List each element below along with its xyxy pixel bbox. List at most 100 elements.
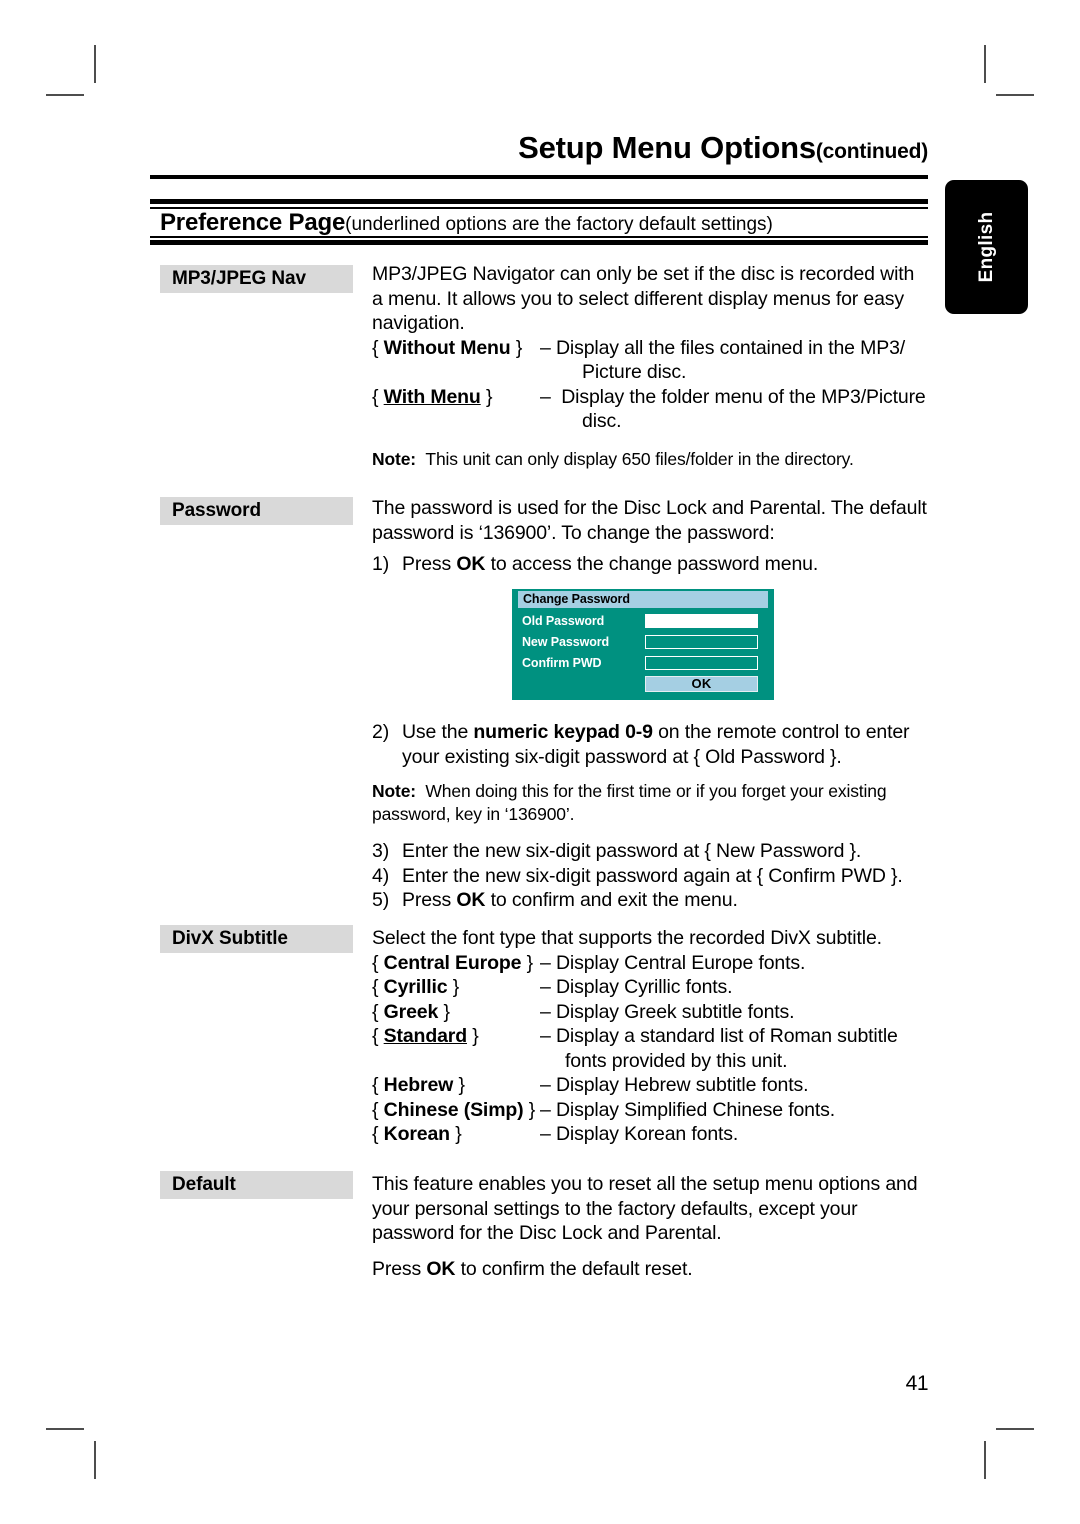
note-label: Note: [372,781,416,801]
section-label-divx-subtitle: DivX Subtitle [160,925,353,953]
brace-close: } [455,1123,462,1145]
option-dash: – [540,1074,551,1096]
option-description: Display Central Europe fonts. [551,951,928,976]
step-text: Enter the new six-digit password again a… [402,864,903,887]
brace-close: } [528,1098,536,1121]
section-rule-bottom-thick [150,240,928,245]
brace-close: } [515,336,523,359]
step-text-post: to confirm and exit the menu. [485,889,738,911]
old-password-label: Old Password [522,614,605,628]
section-heading: Preference Page(underlined options are t… [160,209,773,236]
option-description: Display Greek subtitle fonts. [551,1000,928,1025]
step-text: Use the numeric keypad 0-9 on the remote… [402,720,928,769]
password-step-3: 3) Enter the new six-digit password at {… [372,839,928,864]
option-description: Display all the files contained in the M… [551,336,928,361]
section-rule-bottom-thin [150,236,928,238]
option-description: Display Simplified Chinese fonts. [551,1098,928,1123]
section-heading-title: Preference Page [160,209,346,236]
option-desc-line1: Display Korean fonts. [555,1123,739,1145]
brace-open: { [372,1123,379,1145]
divx-option-cyrillic: { Cyrillic } – Display Cyrillic fonts. [372,975,928,1000]
default-intro: This feature enables you to reset all th… [372,1173,918,1244]
section-body-password-steps: 2) Use the numeric keypad 0-9 on the rem… [372,720,928,913]
crop-mark-bottom-left-vertical [94,1441,96,1479]
new-password-input[interactable] [645,635,758,649]
option-desc-line1: Display a standard list of Roman subtitl… [555,1025,898,1047]
crop-mark-bottom-right-vertical [984,1441,986,1479]
option-desc-line1: Display the folder menu of the MP3/Pictu… [561,385,926,408]
divx-option-cyrillic-name: { Cyrillic } [372,975,540,1000]
option-desc-line1: Display Hebrew subtitle fonts. [555,1074,809,1096]
step-text-bold: OK [456,889,486,911]
brace-close: } [485,385,493,408]
section-label-default: Default [160,1171,353,1199]
step-text-bold: numeric keypad 0-9 [473,721,653,743]
brace-open: { [372,1000,379,1023]
note-label: Note: [372,448,416,469]
step-number: 5) [372,889,390,911]
option-dash: – [540,951,551,974]
divx-option-hebrew-name: { Hebrew } [372,1073,540,1098]
dialog-title-bar: Change Password [518,591,768,608]
option-description: Display Hebrew subtitle fonts. [551,1073,928,1098]
step-text-pre: Use the [402,721,474,743]
mp3jpeg-intro: MP3/JPEG Navigator can only be set if th… [372,263,915,334]
brace-open: { [372,1098,379,1121]
document-page: Setup Menu Options(continued) Preference… [0,0,1080,1524]
option-desc-line1: Display Simplified Chinese fonts. [555,1098,835,1121]
crop-mark-top-left-horizontal [46,94,84,96]
option-name: Chinese (Simp) [383,1098,524,1121]
option-dash: – [540,385,551,408]
default-confirm-bold: OK [426,1257,456,1280]
option-name: Central Europe [383,951,522,974]
old-password-input[interactable] [645,614,758,628]
step-number: 1) [372,553,390,575]
dialog-ok-button[interactable]: OK [645,676,758,692]
mp3jpeg-option-without-menu-line2: Picture disc. [582,361,687,383]
option-name: With Menu [383,385,481,408]
step-text-post: to access the change password menu. [485,553,819,575]
brace-close: } [472,1025,479,1047]
option-dash: – [540,1123,551,1145]
brace-open: { [372,336,379,359]
divx-option-standard-name: { Standard } [372,1024,540,1049]
step-number: 4) [372,864,390,887]
section-heading-subtitle: (underlined options are the factory defa… [345,214,773,235]
option-dash: – [540,1025,551,1047]
step-text: Enter the new six-digit password at { Ne… [402,840,862,862]
option-description: Display a standard list of Roman subtitl… [551,1024,928,1049]
option-dash: – [540,1000,551,1023]
divx-option-central-europe: { Central Europe } – Display Central Eur… [372,951,928,976]
brace-close: } [526,951,534,974]
divx-option-korean-name: { Korean } [372,1122,540,1147]
brace-open: { [372,976,379,998]
brace-open: { [372,385,379,408]
step-number: 3) [372,840,390,862]
section-body-default: This feature enables you to reset all th… [372,1172,928,1281]
language-tab-label: English [975,211,997,283]
mp3jpeg-option-with-menu-name: { With Menu } [372,385,540,410]
section-rule-top-thick [150,199,928,204]
crop-mark-top-right-horizontal [996,94,1034,96]
password-step-4: 4) Enter the new six-digit password agai… [372,864,928,889]
option-description: Display Cyrillic fonts. [551,975,928,1000]
section-body-mp3jpeg-nav: MP3/JPEG Navigator can only be set if th… [372,262,928,471]
password-step-1: 1) Press OK to access the change passwor… [372,552,928,577]
section-label-mp3jpeg-nav: MP3/JPEG Nav [160,265,353,293]
brace-open: { [372,1074,379,1096]
step-text: Press OK to access the change password m… [402,552,928,577]
default-confirm: Press OK to confirm the default reset. [372,1257,928,1282]
option-desc-line1: Display Greek subtitle fonts. [555,1000,795,1023]
mp3jpeg-option-with-menu: { With Menu } – Display the folder menu … [372,385,928,410]
title-rule [150,175,928,179]
crop-mark-top-left-vertical [94,45,96,83]
confirm-pwd-input[interactable] [645,656,758,670]
note-text: When doing this for the first time or if… [372,781,887,824]
page-title-continued: (continued) [815,140,928,163]
password-step-5: 5) Press OK to confirm and exit the menu… [372,888,928,913]
divx-option-standard-line2: fonts provided by this unit. [565,1049,788,1072]
language-tab-english: English [945,180,1028,314]
option-desc-line1: Display all the files contained in the M… [555,336,906,359]
option-dash: – [540,336,551,359]
mp3jpeg-option-without-menu-name: { Without Menu } [372,336,540,361]
